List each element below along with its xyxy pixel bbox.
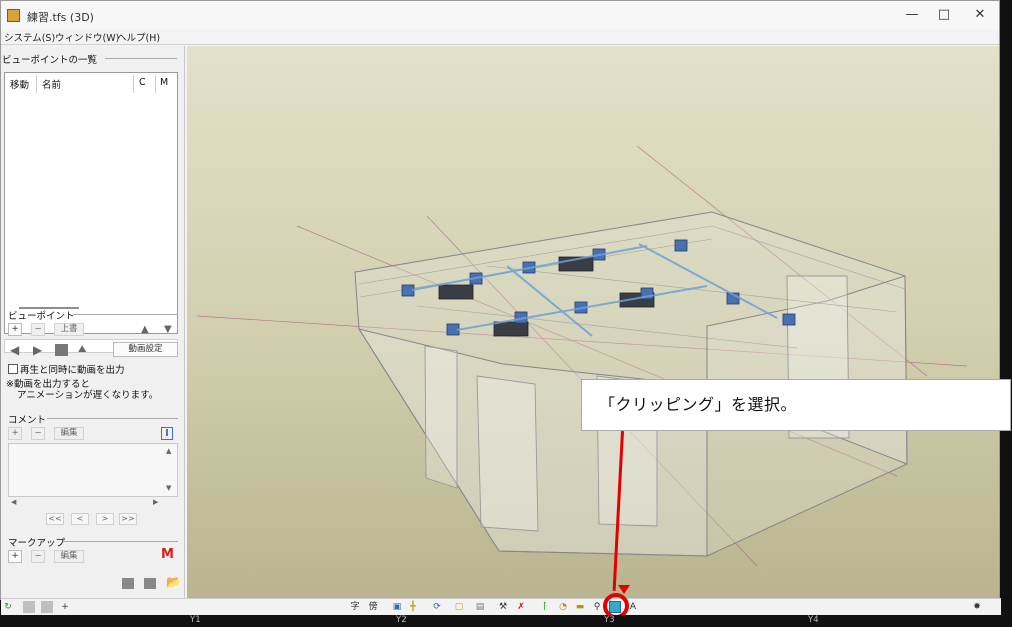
rotate-view-icon[interactable]: ⟳	[431, 601, 443, 613]
axis-label-y4: Y4	[808, 615, 819, 625]
column-separator	[133, 75, 134, 93]
app-icon	[7, 9, 20, 22]
view-2d-icon[interactable]	[23, 601, 35, 613]
export-video-checkbox[interactable]	[8, 364, 18, 374]
layers-icon[interactable]: ◔	[557, 601, 569, 613]
add-comment-button[interactable]: +	[8, 427, 22, 440]
viewpoint-heading: ビューポイント	[8, 311, 75, 322]
folder-open-icon[interactable]: 📂	[166, 576, 181, 588]
markup-m-icon[interactable]: M	[161, 548, 174, 561]
move-up-icon[interactable]: ▲	[141, 324, 149, 336]
add-markup-button[interactable]: +	[8, 550, 22, 563]
app-window: 練習.tfs (3D) — □ ✕ システム(S) ウィンドウ(W) ヘルプ(H…	[0, 0, 1011, 619]
column-m[interactable]: M	[160, 77, 168, 88]
close-button[interactable]: ✕	[969, 6, 991, 24]
menu-bar: システム(S) ウィンドウ(W) ヘルプ(H)	[1, 29, 999, 45]
tool-icon[interactable]: ⚒	[497, 601, 509, 613]
text-cursor-icon[interactable]: I	[161, 427, 173, 440]
maximize-button[interactable]: □	[933, 6, 955, 24]
camera-path-icon[interactable]: ⛰	[78, 344, 86, 356]
scroll-left-icon[interactable]: ◀	[11, 496, 16, 508]
pipe-icon[interactable]: ▣	[391, 601, 403, 613]
callout-text: 「クリッピング」を選択。	[599, 395, 798, 414]
divider	[105, 58, 177, 59]
stop-icon[interactable]	[55, 344, 68, 356]
note-line-2: アニメーションが遅くなります。	[17, 390, 159, 401]
refresh-icon[interactable]: ↻	[2, 601, 14, 613]
move-down-icon[interactable]: ▼	[164, 324, 172, 336]
axis-label-y1: Y1	[190, 615, 201, 625]
settings-wheel-icon[interactable]: ✸	[971, 601, 983, 613]
remove-comment-button[interactable]: −	[31, 427, 45, 440]
comment-textarea[interactable]	[8, 443, 178, 497]
3d-viewport[interactable]	[187, 46, 999, 601]
minimize-button[interactable]: —	[901, 6, 923, 24]
instruction-callout: 「クリッピング」を選択。	[581, 379, 1011, 431]
dimension-icon[interactable]: ⌈	[539, 601, 551, 613]
text-icon[interactable]: 字	[349, 601, 361, 613]
rewind-icon[interactable]: ◀	[10, 344, 19, 356]
axis-icon[interactable]: +	[59, 601, 71, 613]
divider	[47, 418, 178, 419]
attribute-icon[interactable]: 傍	[367, 601, 379, 613]
scroll-up-icon[interactable]: ▲	[166, 445, 171, 457]
first-page-button[interactable]: <<	[46, 513, 64, 525]
column-separator	[36, 75, 37, 93]
viewpoint-list[interactable]: 移動 名前 C M	[4, 72, 178, 334]
markup-heading: マークアップ	[8, 538, 66, 549]
edit-markup-button[interactable]: 編集	[54, 550, 84, 563]
coordinate-strip	[0, 615, 1012, 627]
add-viewpoint-button[interactable]: +	[8, 323, 22, 336]
comment-heading: コメント	[8, 415, 47, 426]
document-icon[interactable]: ▤	[474, 601, 486, 613]
scroll-right-icon[interactable]: ▶	[153, 496, 158, 508]
view-3d-icon[interactable]	[41, 601, 53, 613]
cross-section-icon[interactable]: ✗	[515, 601, 527, 613]
export-icon[interactable]	[144, 578, 156, 589]
menu-window[interactable]: ウィンドウ(W)	[55, 30, 119, 44]
menu-system[interactable]: システム(S)	[4, 30, 55, 44]
remove-viewpoint-button[interactable]: −	[31, 323, 45, 336]
play-icon[interactable]: ▶	[33, 344, 42, 356]
axis-label-y3: Y3	[604, 615, 615, 625]
column-move[interactable]: 移動	[10, 77, 29, 91]
column-c[interactable]: C	[139, 77, 146, 88]
box-icon[interactable]: ▢	[453, 601, 465, 613]
axis-label-y2: Y2	[396, 615, 407, 625]
left-panel: ビューポイントの一覧 移動 名前 C M ビューポイント + − 上書 ▲ ▼ …	[1, 46, 185, 601]
building-model	[196, 145, 968, 567]
video-settings-button[interactable]: 動画設定	[113, 342, 178, 357]
next-page-button[interactable]: >	[96, 513, 114, 525]
overwrite-button[interactable]: 上書	[54, 323, 84, 336]
viewpoint-list-heading: ビューポイントの一覧	[2, 55, 98, 66]
divider	[63, 541, 178, 542]
find-icon[interactable]: ⚲	[591, 601, 603, 613]
support-icon[interactable]: ╋	[407, 601, 419, 613]
remove-markup-button[interactable]: −	[31, 550, 45, 563]
title-bar: 練習.tfs (3D) — □ ✕	[1, 1, 999, 29]
scroll-down-icon[interactable]: ▼	[166, 482, 171, 494]
measure-icon[interactable]: ▬	[574, 601, 586, 613]
export-video-label: 再生と同時に動画を出力	[20, 365, 125, 376]
last-page-button[interactable]: >>	[119, 513, 137, 525]
menu-help[interactable]: ヘルプ(H)	[117, 30, 160, 44]
column-name[interactable]: 名前	[42, 77, 61, 91]
arrow-head-icon	[618, 585, 630, 594]
divider	[73, 314, 178, 315]
window-title: 練習.tfs (3D)	[27, 11, 94, 24]
bottom-toolbar: ↻ + 字 傍 ▣ ╋ ⟳ ▢ ▤ ⚒ ✗ ⌈ ◔ ▬ ⚲ A ✸	[1, 593, 1001, 619]
edit-comment-button[interactable]: 編集	[54, 427, 84, 440]
prev-page-button[interactable]: <	[71, 513, 89, 525]
save-icon[interactable]	[122, 578, 134, 589]
column-separator	[155, 75, 156, 93]
